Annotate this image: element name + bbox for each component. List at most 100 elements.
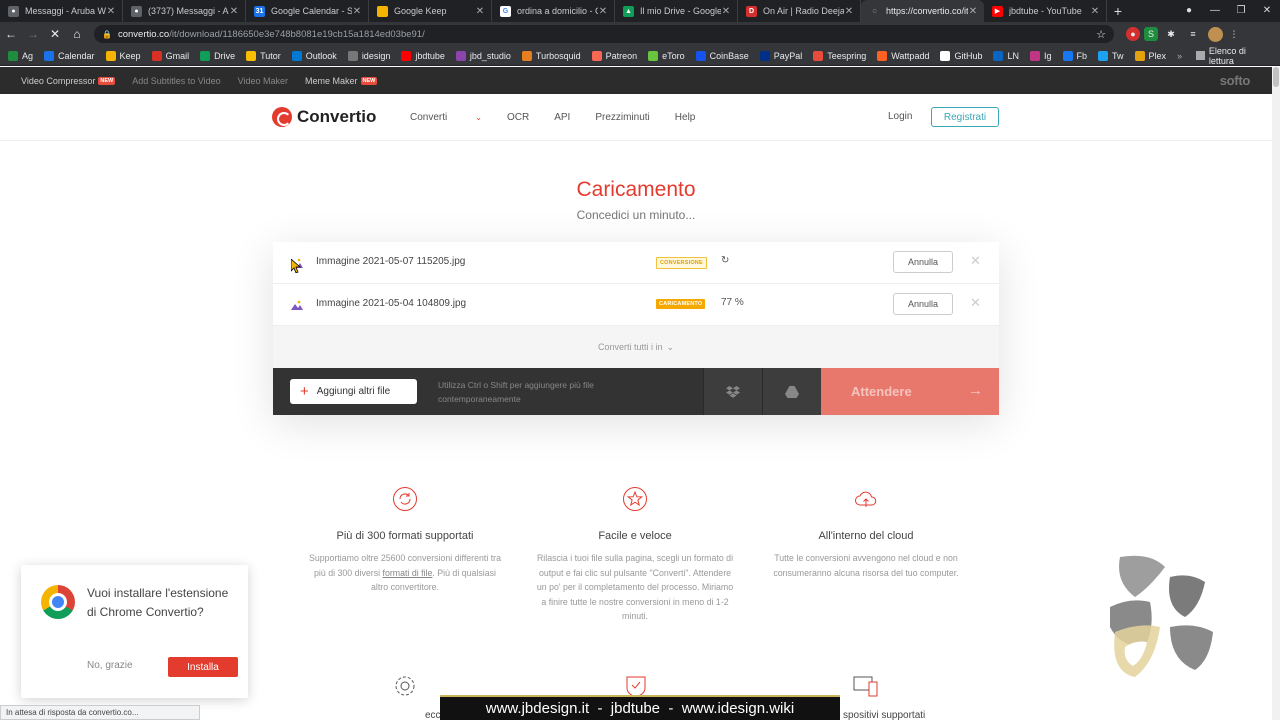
add-files-button[interactable]: + Aggiungi altri file xyxy=(290,379,417,404)
bookmark-item[interactable]: CoinBase xyxy=(695,50,749,61)
browser-tab[interactable]: ▲ Il mio Drive - Google D✕ xyxy=(615,0,738,22)
stop-icon[interactable]: ✕ xyxy=(44,27,66,41)
close-tab-icon[interactable]: ✕ xyxy=(968,6,978,17)
bookmark-favicon-icon xyxy=(347,50,358,61)
bookmark-star-icon[interactable]: ☆ xyxy=(1096,28,1106,41)
bookmark-item[interactable]: Gmail xyxy=(151,50,189,61)
bookmark-item[interactable]: Fb xyxy=(1062,50,1087,61)
close-tab-icon[interactable]: ✕ xyxy=(721,6,731,17)
bookmark-favicon-icon xyxy=(246,50,257,61)
bookmark-label: Ig xyxy=(1044,50,1052,61)
browser-tab[interactable]: ▶ jbdtube - YouTube ✕ xyxy=(984,0,1107,22)
browser-toolbar: ← → ✕ ⌂ 🔒 convertio.co/it/download/11866… xyxy=(0,22,1280,46)
bookmark-item[interactable]: idesign xyxy=(347,50,390,61)
close-icon[interactable]: ✕ xyxy=(970,295,981,311)
browser-tab[interactable]: D On Air | Radio Deejay ✕ xyxy=(738,0,861,22)
wait-button-label: Attendere xyxy=(851,384,912,399)
bookmark-item[interactable]: Drive xyxy=(200,50,235,61)
menu-kebab-icon[interactable]: ⋮ xyxy=(1225,27,1243,41)
close-tab-icon[interactable]: ✕ xyxy=(106,6,116,17)
bookmark-item[interactable]: Teespring xyxy=(813,50,866,61)
install-button[interactable]: Installa xyxy=(168,657,238,677)
close-tab-icon[interactable]: ✕ xyxy=(598,6,608,17)
close-icon[interactable]: ✕ xyxy=(970,253,981,269)
softo-item[interactable]: Add Subtitles to Video xyxy=(132,76,220,86)
browser-tab[interactable]: Google Keep ✕ xyxy=(369,0,492,22)
bookmark-item[interactable]: Ig xyxy=(1030,50,1052,61)
bookmark-item[interactable]: Patreon xyxy=(591,50,637,61)
convertio-logo[interactable]: Convertio xyxy=(272,107,376,127)
bookmark-item[interactable]: Tw xyxy=(1098,50,1124,61)
bookmark-item[interactable]: Keep xyxy=(105,50,141,61)
close-tab-icon[interactable]: ✕ xyxy=(475,6,485,17)
bookmark-item[interactable]: LN xyxy=(993,50,1019,61)
bookmark-item[interactable]: Turbosquid xyxy=(521,50,581,61)
convert-all-dropdown[interactable]: Converti tutti i in ⌄ xyxy=(273,326,999,368)
nav-api[interactable]: API xyxy=(554,112,570,123)
back-icon[interactable]: ← xyxy=(0,27,22,41)
minimize-icon[interactable]: — xyxy=(1202,0,1228,22)
media-control-icon[interactable]: ≡ xyxy=(1184,27,1202,41)
new-tab-button[interactable]: + xyxy=(1107,0,1129,22)
browser-tab[interactable]: 31 Google Calendar - Setti✕ xyxy=(246,0,369,22)
bookmark-item[interactable]: jbdtube xyxy=(401,50,445,61)
close-window-icon[interactable]: ✕ xyxy=(1254,0,1280,22)
bookmark-item[interactable]: Ag xyxy=(8,50,33,61)
close-tab-icon[interactable]: ✕ xyxy=(352,6,362,17)
bookmark-item[interactable]: GitHub xyxy=(940,50,982,61)
wait-button[interactable]: Attendere → xyxy=(821,368,999,415)
softo-item[interactable]: Video Maker xyxy=(238,76,288,86)
jbdesign-watermark-logo xyxy=(1110,555,1213,677)
nav-ocr[interactable]: OCR xyxy=(507,112,529,123)
browser-tab[interactable]: Gordina a domicilio - Ce ✕ xyxy=(492,0,615,22)
close-tab-icon[interactable]: ✕ xyxy=(1090,6,1100,17)
close-tab-icon[interactable]: ✕ xyxy=(844,6,854,17)
bookmark-item[interactable]: eToro xyxy=(648,50,685,61)
softo-logo[interactable]: softo xyxy=(1220,73,1251,88)
scrollbar-track[interactable] xyxy=(1272,67,1280,720)
browser-tab[interactable]: ● (3737) Messaggi - Aru ✕ xyxy=(123,0,246,22)
nav-prezzi[interactable]: Prezziminuti xyxy=(595,112,649,123)
reading-list[interactable]: » Elenco di lettura xyxy=(1177,46,1280,66)
forward-icon[interactable]: → xyxy=(22,27,44,41)
extension-red-icon[interactable]: ● xyxy=(1126,27,1140,41)
decline-link[interactable]: No, grazie xyxy=(87,660,133,671)
profile-avatar[interactable] xyxy=(1208,26,1223,42)
bookmark-item[interactable]: Wattpadd xyxy=(877,50,929,61)
tab-favicon-icon: ◌ xyxy=(869,5,880,17)
register-button[interactable]: Registrati xyxy=(931,107,999,127)
maximize-icon[interactable]: ❐ xyxy=(1228,0,1254,22)
softo-item[interactable]: Meme Maker NEW xyxy=(305,76,378,86)
bookmark-label: jbdtube xyxy=(415,50,445,61)
softo-item[interactable]: Video Compressor NEW xyxy=(21,76,116,86)
extensions-puzzle-icon[interactable]: ✱ xyxy=(1162,27,1180,41)
tab-favicon-icon: ● xyxy=(8,5,19,17)
google-drive-icon[interactable] xyxy=(762,368,821,415)
bookmark-item[interactable]: jbd_studio xyxy=(455,50,511,61)
bookmark-item[interactable]: Calendar xyxy=(44,50,95,61)
address-bar[interactable]: 🔒 convertio.co/it/download/1186650e3e748… xyxy=(94,25,1114,43)
bookmark-item[interactable]: Tutor xyxy=(246,50,281,61)
tab-favicon-icon: 31 xyxy=(254,5,265,17)
formats-link[interactable]: formati di file xyxy=(383,568,433,578)
more-bookmarks-icon[interactable]: » xyxy=(1177,51,1182,61)
dropbox-icon[interactable] xyxy=(703,368,762,415)
cancel-button[interactable]: Annulla xyxy=(893,251,953,273)
bookmark-item[interactable]: PayPal xyxy=(759,50,802,61)
browser-tab[interactable]: ● Messaggi - Aruba Web✕ xyxy=(0,0,123,22)
tab-search-icon[interactable]: ● xyxy=(1176,0,1202,22)
nav-converti[interactable]: Converti ⌄ xyxy=(410,112,482,123)
login-link[interactable]: Login xyxy=(888,111,912,122)
bookmark-item[interactable]: Plex xyxy=(1134,50,1166,61)
scrollbar-thumb[interactable] xyxy=(1273,67,1279,87)
extension-green-icon[interactable]: S xyxy=(1144,27,1158,41)
tab-title: Il mio Drive - Google D xyxy=(640,6,721,16)
nav-help[interactable]: Help xyxy=(675,112,696,123)
browser-tab[interactable]: ◌ https://convertio.co/it/✕ xyxy=(861,0,984,22)
close-tab-icon[interactable]: ✕ xyxy=(229,6,239,17)
upload-progress: 77 % xyxy=(721,297,744,308)
home-icon[interactable]: ⌂ xyxy=(66,27,88,41)
bookmark-item[interactable]: Outlook xyxy=(291,50,337,61)
cancel-button[interactable]: Annulla xyxy=(893,293,953,315)
new-badge: NEW xyxy=(360,76,378,85)
